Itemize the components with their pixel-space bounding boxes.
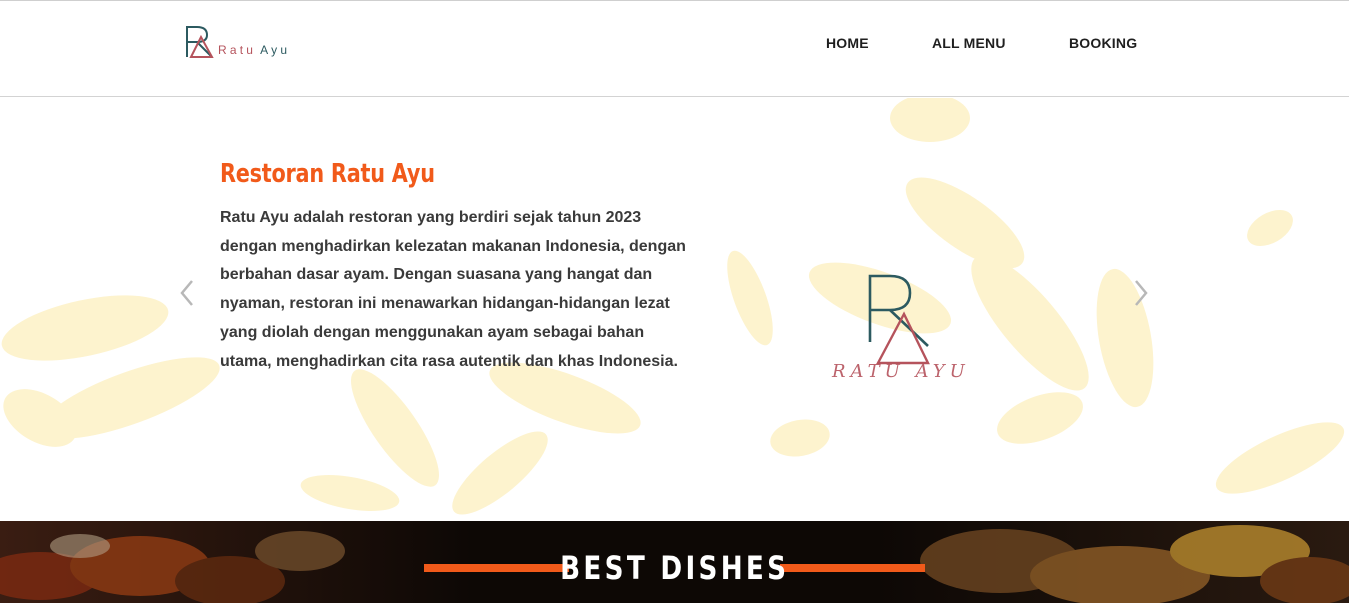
best-dishes-section: BEST DISHES <box>0 521 1349 603</box>
carousel-prev-button[interactable] <box>176 273 200 313</box>
nav-home-link[interactable]: HOME <box>826 35 869 51</box>
nav-all-menu-link[interactable]: ALL MENU <box>932 35 1006 51</box>
brand-word-ratu: Ratu <box>218 43 257 57</box>
hero-title: Restoran Ratu Ayu <box>220 159 435 190</box>
hero-description: Ratu Ayu adalah restoran yang berdiri se… <box>220 209 686 370</box>
hero-logo-caption: RATU AYU <box>832 361 970 382</box>
hero-carousel: Restoran Ratu Ayu Ratu Ayu adalah restor… <box>0 98 1349 521</box>
navbar: Ratu Ayu HOME ALL MENU BOOKING <box>0 1 1349 97</box>
restaurant-logo-image <box>868 274 930 365</box>
carousel-next-button[interactable] <box>1128 273 1152 313</box>
best-dishes-heading-text: BEST DISHES <box>559 549 790 587</box>
brand-name: Ratu Ayu <box>218 43 290 57</box>
nav-booking-link[interactable]: BOOKING <box>1069 35 1137 51</box>
brand-word-ayu: Ayu <box>260 43 291 57</box>
chevron-right-icon <box>1135 280 1148 306</box>
best-dishes-heading: BEST DISHES <box>0 549 1349 587</box>
ra-monogram-icon <box>186 26 214 58</box>
chevron-left-icon <box>180 280 193 306</box>
